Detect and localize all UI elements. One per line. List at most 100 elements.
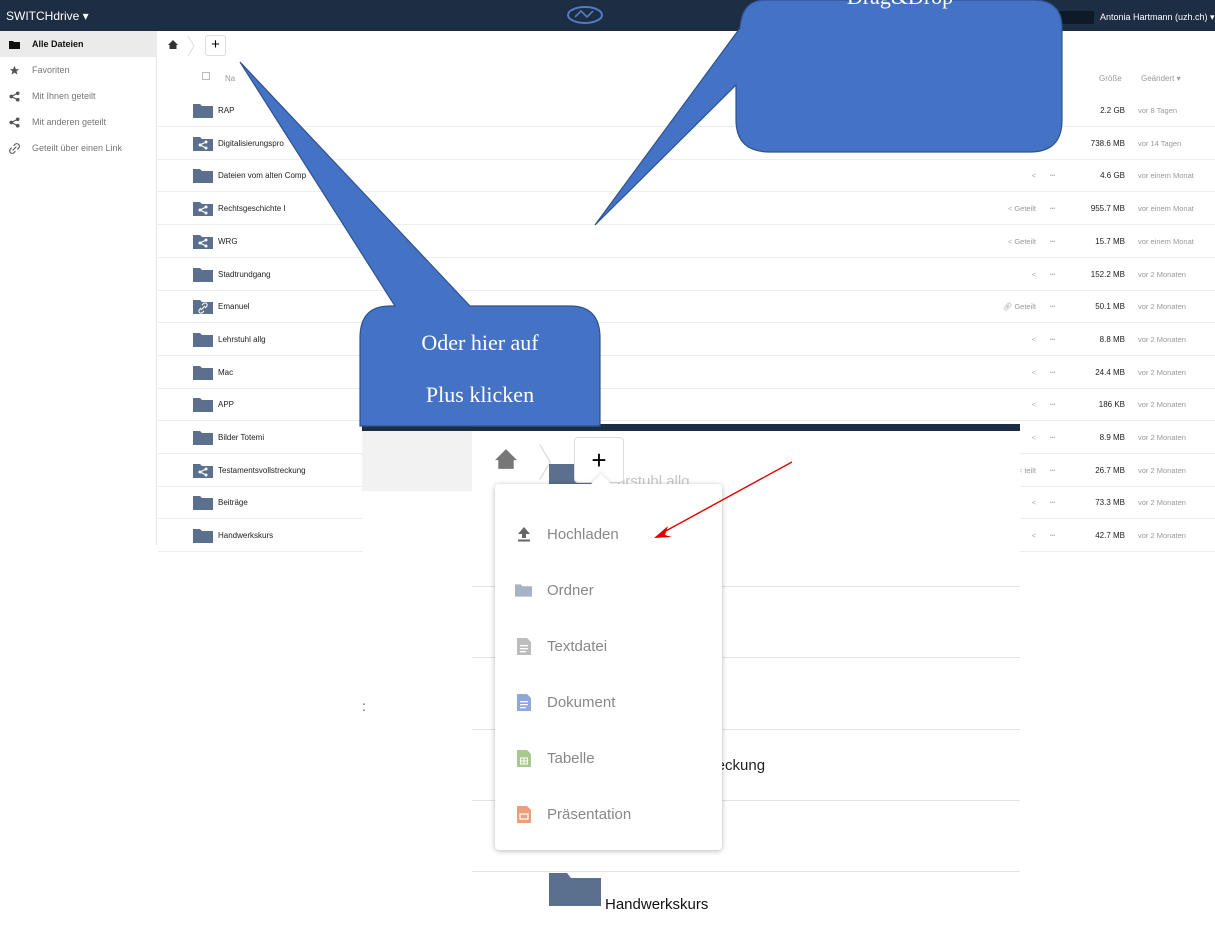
share-button[interactable]: < <box>996 171 1036 180</box>
file-size: 152.2 MB <box>1090 269 1125 279</box>
table-row[interactable]: Rechtsgeschichte I < Geteilt ••• 955.7 MB vo… <box>158 192 1215 226</box>
file-name[interactable]: Handwerkskurs <box>605 896 708 913</box>
menu-item-text-file[interactable]: Textdatei <box>495 618 722 674</box>
share-label: Geteilt <box>1014 236 1036 246</box>
document-icon <box>515 693 532 711</box>
more-actions-icon[interactable]: ••• <box>1050 468 1055 474</box>
modified-date: vor einem Monat <box>1138 171 1194 181</box>
cloud-logo-icon[interactable] <box>565 3 605 27</box>
sidebar-item-shared-with-you[interactable]: Mit Ihnen geteilt <box>0 83 157 109</box>
table-row[interactable]: RAP < ••• 2.2 GB vor 8 Tagen <box>158 94 1215 127</box>
presentation-icon <box>515 805 532 823</box>
file-name[interactable]: Emanuel <box>218 302 250 311</box>
menu-item-label: Hochladen <box>547 525 619 543</box>
file-name[interactable]: Handwerkskurs <box>218 531 273 540</box>
table-row[interactable]: Dateien vom alten Comp < ••• 4.6 GB vor ein… <box>158 159 1215 193</box>
share-icon <box>8 116 20 128</box>
more-actions-icon[interactable]: ••• <box>1050 500 1055 506</box>
home-icon[interactable] <box>168 40 178 49</box>
file-name[interactable]: Dateien vom alten Comp <box>218 171 306 180</box>
sidebar-item-label: Mit anderen geteilt <box>32 117 107 127</box>
share-button[interactable]: < Geteilt <box>996 237 1036 246</box>
app-menu-button[interactable]: SWITCHdrive ▾ <box>6 9 89 23</box>
file-name[interactable]: Digitalisierungspro <box>218 139 284 148</box>
share-icon: < <box>1031 106 1036 115</box>
file-size: 186 KB <box>1098 400 1125 410</box>
menu-item-spreadsheet[interactable]: Tabelle <box>495 730 722 786</box>
share-button[interactable]: < <box>996 106 1036 115</box>
file-name[interactable]: Stadtrundgang <box>218 270 271 279</box>
folder-icon <box>193 398 213 413</box>
modified-date: vor 2 Monaten <box>1138 302 1186 312</box>
more-actions-icon[interactable]: ••• <box>1050 141 1055 147</box>
sidebar-item-all-files[interactable]: Alle Dateien <box>0 31 157 57</box>
home-icon[interactable] <box>495 449 517 469</box>
modified-date: vor 2 Monaten <box>1138 334 1186 344</box>
share-icon: < <box>1031 498 1036 508</box>
share-button[interactable]: < <box>996 335 1036 344</box>
inset-top-bar <box>362 424 1020 431</box>
file-name[interactable]: APP <box>218 400 234 409</box>
share-button[interactable]: < <box>996 139 1036 148</box>
sidebar-item-shared-with-others[interactable]: Mit anderen geteilt <box>0 109 157 135</box>
more-actions-icon[interactable]: ••• <box>1050 435 1055 441</box>
menu-item-folder[interactable]: Ordner <box>495 562 722 618</box>
table-row[interactable]: APP < ••• 186 KB vor 2 Monaten <box>158 388 1215 422</box>
folder-icon <box>193 104 213 118</box>
file-size: 24.4 MB <box>1095 367 1125 377</box>
link-icon <box>8 142 20 154</box>
search-box[interactable] <box>1036 11 1094 24</box>
table-row[interactable]: Emanuel 🔗︎ Geteilt ••• 50.1 MB vor 2 Monaten <box>158 290 1215 324</box>
menu-item-upload[interactable]: Hochladen <box>495 506 722 562</box>
share-button[interactable]: < <box>996 368 1036 377</box>
more-actions-icon[interactable]: ••• <box>1050 370 1055 376</box>
file-name[interactable]: Beiträge <box>218 498 248 507</box>
sidebar-item-shared-by-link[interactable]: Geteilt über einen Link <box>0 135 157 161</box>
folder-icon <box>515 582 532 599</box>
file-name[interactable]: Mac <box>218 368 233 377</box>
table-row[interactable]: Mac < ••• 24.4 MB vor 2 Monaten <box>158 356 1215 389</box>
file-name[interactable]: WRG <box>218 237 238 246</box>
file-name[interactable]: Bilder Totemi <box>218 433 264 442</box>
new-button[interactable]: + <box>205 35 226 56</box>
share-icon: < <box>1031 334 1036 344</box>
modified-date: vor 8 Tagen <box>1138 106 1178 115</box>
share-button[interactable]: < <box>996 400 1036 409</box>
menu-item-presentation[interactable]: Präsentation <box>495 786 722 842</box>
table-row[interactable]: Lehrstuhl allg < ••• 8.8 MB vor 2 Monaten <box>158 323 1215 356</box>
file-name[interactable]: Rechtsgeschichte I <box>218 204 286 213</box>
menu-item-document[interactable]: Dokument <box>495 674 722 730</box>
column-header-name[interactable]: Na <box>225 74 235 83</box>
file-name[interactable]: RAP <box>218 106 234 115</box>
more-actions-icon[interactable]: ••• <box>1050 402 1055 408</box>
link-icon: 🔗︎ <box>1002 302 1015 312</box>
more-actions-icon[interactable]: ••• <box>1050 206 1055 212</box>
table-row[interactable]: Stadtrundgang < ••• 152.2 MB vor 2 Monaten <box>158 258 1215 291</box>
modified-date: vor 2 Monaten <box>1138 269 1186 279</box>
star-icon <box>8 64 20 76</box>
file-name[interactable]: Lehrstuhl allg <box>218 335 266 344</box>
more-actions-icon[interactable]: ••• <box>1050 108 1055 114</box>
column-header-size[interactable]: Größe <box>1099 74 1122 83</box>
link-folder-icon <box>193 300 213 315</box>
select-all-checkbox[interactable] <box>202 72 210 80</box>
table-row[interactable]: WRG < Geteilt ••• 15.7 MB vor einem Monat <box>158 225 1215 258</box>
table-row[interactable]: Digitalisierungspro < ••• 738.6 MB vor 14 T… <box>158 127 1215 160</box>
file-name[interactable]: Testamentsvollstreckung <box>218 466 306 475</box>
share-button[interactable]: < <box>996 270 1036 279</box>
upload-icon <box>515 526 532 543</box>
more-actions-icon[interactable]: ••• <box>1050 239 1055 245</box>
sidebar-item-favorites[interactable]: Favoriten <box>0 57 157 83</box>
column-header-modified[interactable]: Geändert ▾ <box>1141 74 1181 83</box>
more-actions-icon[interactable]: ••• <box>1050 304 1055 310</box>
share-label: teilt <box>1024 465 1036 475</box>
modified-date: vor 2 Monaten <box>1138 367 1186 377</box>
more-actions-icon[interactable]: ••• <box>1050 173 1055 179</box>
more-actions-icon[interactable]: ••• <box>1050 272 1055 278</box>
more-actions-icon[interactable]: ••• <box>1050 533 1055 539</box>
user-menu[interactable]: Antonia Hartmann (uzh.ch) ▾ <box>1094 0 1215 31</box>
more-actions-icon[interactable]: ••• <box>1050 337 1055 343</box>
share-button[interactable]: 🔗︎ Geteilt <box>996 302 1036 311</box>
share-button[interactable]: < Geteilt <box>996 204 1036 213</box>
file-size: 26.7 MB <box>1095 465 1125 475</box>
